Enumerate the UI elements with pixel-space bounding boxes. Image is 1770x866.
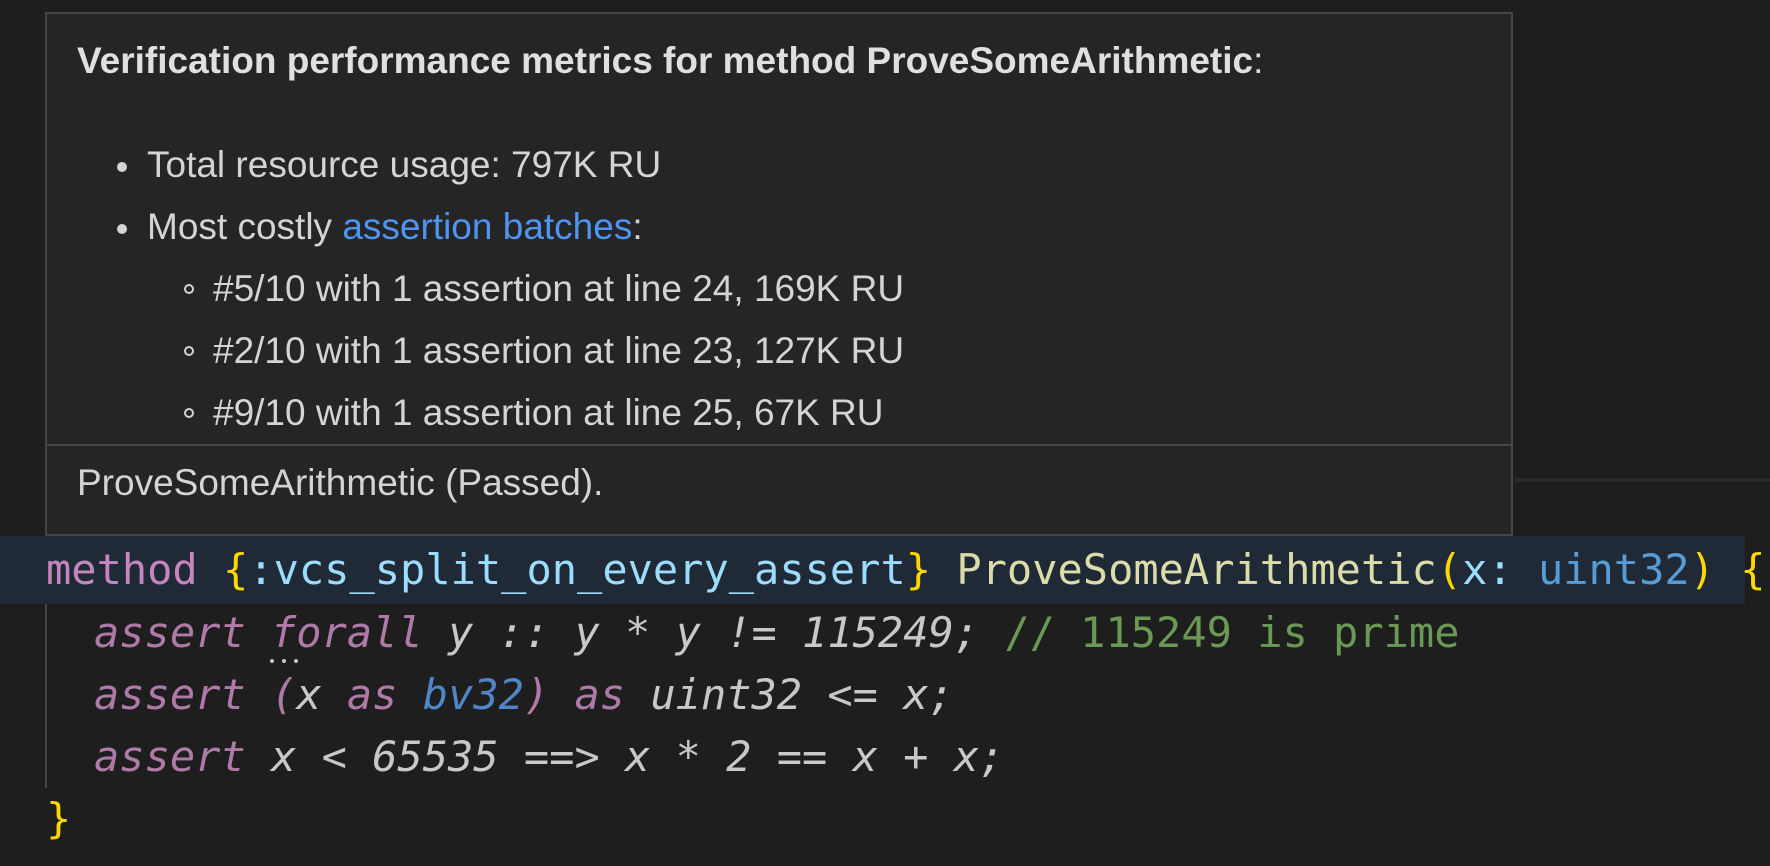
keyword-assert: assert bbox=[94, 608, 246, 657]
variable: x bbox=[296, 670, 347, 719]
code-line-assert-cast[interactable]: assert (x as bv32) as uint32 <= x; bbox=[94, 664, 954, 726]
batch-item: #9/10 with 1 assertion at line 25, 67K R… bbox=[183, 382, 904, 444]
costly-prefix: Most costly bbox=[147, 206, 343, 247]
keyword-assert: assert bbox=[94, 670, 246, 719]
keyword-as: as bbox=[574, 670, 626, 719]
code-line-method-signature[interactable]: method {:vcs_split_on_every_assert} Prov… bbox=[46, 539, 1766, 601]
indent-guide bbox=[45, 604, 47, 788]
diagnostic-hint-dots[interactable] bbox=[270, 650, 310, 663]
paren-close: ) bbox=[523, 670, 550, 719]
hover-metrics-section: Verification performance metrics for met… bbox=[47, 14, 1511, 446]
batch-item: #2/10 with 1 assertion at line 23, 127K … bbox=[183, 320, 904, 382]
list-item-costly-batches: Most costly assertion batches: bbox=[116, 196, 661, 258]
attribute-brace-open: { bbox=[223, 545, 249, 594]
list-item-total-usage: Total resource usage: 797K RU bbox=[116, 134, 662, 196]
parameter-type: uint32 bbox=[1537, 545, 1690, 594]
parameter: x: bbox=[1462, 545, 1538, 594]
costly-suffix: : bbox=[632, 206, 643, 247]
paren-open: ( bbox=[1436, 545, 1463, 594]
code-comment: // 115249 is prime bbox=[1004, 608, 1460, 657]
paren-close: ) bbox=[1689, 545, 1715, 594]
body-brace-open: { bbox=[1740, 545, 1766, 594]
assertion-batches-link[interactable]: assertion batches bbox=[342, 206, 632, 247]
method-name[interactable]: ProveSomeArithmetic bbox=[956, 545, 1436, 594]
code-line-body-close[interactable]: } bbox=[46, 788, 71, 850]
hover-title-colon: : bbox=[1253, 40, 1264, 81]
keyword-as: as bbox=[346, 670, 398, 719]
type-bv32: bv32 bbox=[422, 670, 524, 719]
batch-item: #5/10 with 1 assertion at line 24, 169K … bbox=[183, 258, 904, 320]
code-line-assert-arith[interactable]: assert x < 65535 ==> x * 2 == x + x; bbox=[94, 726, 1004, 788]
metrics-list: Total resource usage: 797K RU Most costl… bbox=[116, 134, 662, 258]
paren-open: ( bbox=[271, 670, 297, 719]
hover-title-text: Verification performance metrics for met… bbox=[77, 40, 1254, 81]
body-brace-close: } bbox=[46, 794, 72, 843]
hover-title: Verification performance metrics for met… bbox=[77, 40, 1263, 82]
keyword-assert: assert bbox=[94, 732, 246, 781]
attribute-name: :vcs_split_on_every_assert bbox=[248, 545, 906, 594]
total-usage-text: Total resource usage: 797K RU bbox=[147, 144, 662, 185]
attribute-brace-close: } bbox=[905, 545, 932, 594]
editor-divider bbox=[1515, 478, 1770, 482]
batch-list: #5/10 with 1 assertion at line 24, 169K … bbox=[183, 258, 904, 444]
keyword-method: method bbox=[46, 545, 198, 594]
assert-expression: uint32 <= x; bbox=[625, 670, 954, 719]
assert-expression: x < 65535 ==> x * 2 == x + x; bbox=[245, 732, 1005, 781]
verification-status: ProveSomeArithmetic (Passed). bbox=[77, 462, 604, 503]
assert-expression: y :: y * y != 115249; bbox=[422, 608, 1005, 657]
verification-hover-tooltip: Verification performance metrics for met… bbox=[45, 12, 1513, 536]
